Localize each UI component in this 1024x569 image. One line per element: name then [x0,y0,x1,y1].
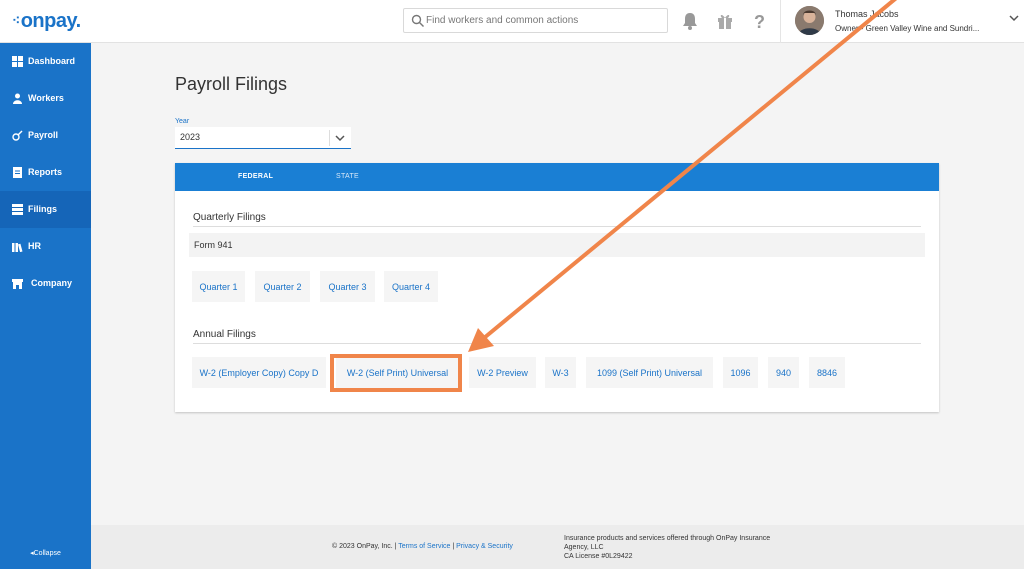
bell-icon[interactable] [681,11,699,31]
1096-button[interactable]: 1096 [723,357,758,388]
sidebar-item-filings[interactable]: Filings [0,191,91,228]
year-label: Year [175,118,190,125]
sidebar-item-label: Payroll [28,130,59,140]
w2-preview-button[interactable]: W-2 Preview [469,357,536,388]
sidebar-item-label: Workers [28,93,64,103]
940-button[interactable]: 940 [768,357,799,388]
sidebar-item-label: Company [31,278,73,288]
footer: © 2023 OnPay, Inc. | Terms of Service | … [91,525,1024,569]
section-divider [193,343,921,344]
search-icon [411,14,424,27]
privacy-link[interactable]: Privacy & Security [456,543,513,550]
license-text: CA License #0L29422 [564,553,633,560]
year-value: 2023 [180,132,201,142]
highlight-box [330,354,462,392]
year-select[interactable]: 2023 [175,127,351,149]
tab-state[interactable]: STATE [336,173,359,180]
quarter-4-button[interactable]: Quarter 4 [384,271,438,302]
payroll-icon [12,130,23,141]
1099-self-print-universal-button[interactable]: 1099 (Self Print) Universal [586,357,713,388]
8846-button[interactable]: 8846 [809,357,845,388]
page-title: Payroll Filings [175,74,288,94]
dashboard-icon [12,56,23,67]
copyright-text: © 2023 OnPay, Inc. | [332,543,397,550]
form-941-label: Form 941 [194,240,233,250]
top-bar: ⁖onpay. ? Thomas Jacobs Owner - Green Va… [0,0,1024,43]
sidebar-item-label: Reports [28,167,63,177]
user-role[interactable]: Owner - Green Valley Wine and Sundri... [835,24,979,33]
section-divider [193,226,921,227]
company-icon [12,279,23,289]
insurance-text: Insurance products and services offered … [564,535,771,551]
filings-tabs: FEDERAL STATE [175,163,939,191]
sidebar: Dashboard Workers Payroll Reports Filing… [0,43,91,569]
sidebar-item-hr[interactable]: HR [0,228,91,265]
search-input[interactable] [426,11,664,30]
header-divider [780,0,781,43]
terms-link[interactable]: Terms of Service [398,543,450,550]
sidebar-item-dashboard[interactable]: Dashboard [0,43,91,80]
sidebar-item-company[interactable]: Company [0,265,91,302]
footer-separator: | [452,543,455,550]
select-divider [329,130,330,146]
form-941-row: Form 941 [189,233,925,257]
avatar[interactable] [795,6,824,35]
sidebar-item-label: Filings [28,204,57,214]
filings-icon [12,204,23,215]
sidebar-item-label: Dashboard [28,56,76,66]
quarter-2-button[interactable]: Quarter 2 [255,271,310,302]
chevron-down-icon[interactable] [1009,14,1019,22]
quarterly-filings-heading: Quarterly Filings [193,212,266,223]
user-name[interactable]: Thomas Jacobs [835,9,899,19]
svg-text:?: ? [754,12,765,31]
gift-icon[interactable] [716,11,734,31]
quarter-1-button[interactable]: Quarter 1 [192,271,245,302]
workers-icon [13,93,22,104]
sidebar-item-payroll[interactable]: Payroll [0,117,91,154]
collapse-button[interactable]: ◂Collapse [0,549,91,557]
sidebar-item-reports[interactable]: Reports [0,154,91,191]
w3-button[interactable]: W-3 [545,357,576,388]
filings-card: FEDERAL STATE Quarterly Filings Form 941… [175,163,939,412]
help-icon[interactable]: ? [751,11,769,31]
search-box[interactable] [403,8,668,33]
w2-employer-copy-d-button[interactable]: W-2 (Employer Copy) Copy D [192,357,326,388]
onpay-logo[interactable]: ⁖onpay. [12,10,81,33]
hr-icon [12,243,23,252]
quarter-3-button[interactable]: Quarter 3 [320,271,375,302]
sidebar-item-workers[interactable]: Workers [0,80,91,117]
insurance-notice: Insurance products and services offered … [564,534,789,561]
tab-federal[interactable]: FEDERAL [238,173,273,180]
chevron-down-icon[interactable] [335,134,345,142]
annual-filings-heading: Annual Filings [193,329,256,340]
footer-copyright: © 2023 OnPay, Inc. | Terms of Service | … [332,543,513,550]
reports-icon [13,167,22,178]
sidebar-item-label: HR [28,241,41,251]
